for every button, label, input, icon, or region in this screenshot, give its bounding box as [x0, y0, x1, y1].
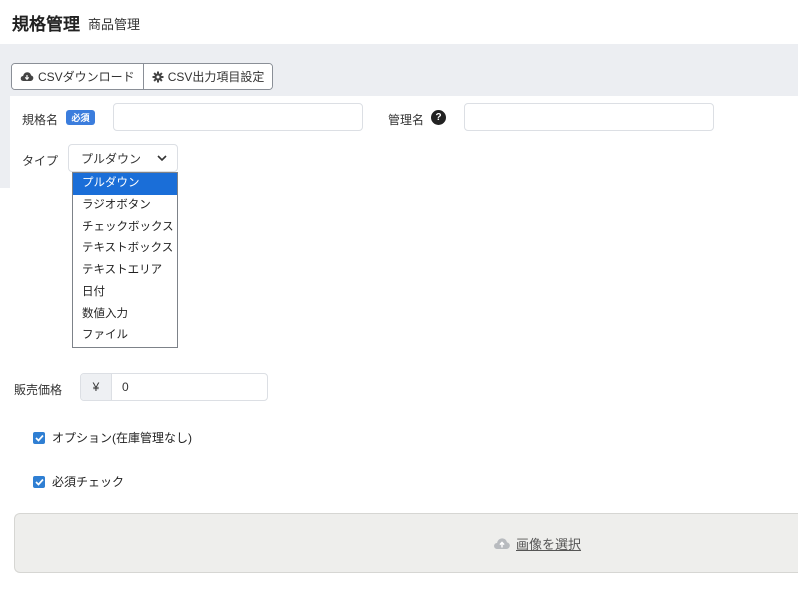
image-upload-trigger[interactable]: 画像を選択 [493, 534, 581, 553]
type-option-checkbox[interactable]: チェックボックス [73, 217, 177, 239]
type-select-value: プルダウン [81, 151, 142, 166]
csv-settings-label: CSV出力項目設定 [167, 70, 265, 84]
csv-toolbar: CSVダウンロード CSV出力項目設定 [11, 63, 274, 90]
type-option-radio[interactable]: ラジオボタン [73, 195, 177, 217]
option-checkbox[interactable] [33, 431, 45, 444]
help-icon[interactable]: ? [431, 110, 446, 125]
type-option-number[interactable]: 数値入力 [73, 304, 177, 326]
csv-download-button[interactable]: CSVダウンロード [12, 64, 143, 89]
type-select[interactable]: プルダウン [68, 144, 178, 172]
currency-addon: ¥ [81, 374, 112, 400]
gear-icon [152, 71, 164, 82]
chevron-down-icon [157, 155, 167, 162]
type-option-textarea[interactable]: テキストエリア [73, 260, 177, 282]
csv-download-label: CSVダウンロード [38, 70, 135, 84]
price-input-group: ¥ 0 [80, 373, 268, 401]
spec-name-input[interactable] [113, 103, 363, 131]
type-option-date[interactable]: 日付 [73, 282, 177, 304]
type-option-pulldown[interactable]: プルダウン [73, 173, 177, 195]
admin-name-label: 管理名 [388, 113, 425, 127]
type-dropdown-list: プルダウン ラジオボタン チェックボックス テキストボックス テキストエリア 日… [72, 172, 178, 348]
page-header: 規格管理 商品管理 [0, 0, 798, 44]
cloud-upload-icon [494, 538, 510, 549]
required-checkbox-row[interactable]: 必須チェック [33, 473, 124, 490]
image-upload-area[interactable]: 画像を選択 [14, 513, 798, 573]
image-upload-label[interactable]: 画像を選択 [516, 534, 581, 553]
option-checkbox-row[interactable]: オプション(在庫管理なし) [33, 429, 192, 446]
check-icon [34, 478, 44, 486]
csv-settings-button[interactable]: CSV出力項目設定 [142, 64, 273, 89]
price-label: 販売価格 [14, 383, 63, 397]
required-checkbox-label: 必須チェック [52, 475, 125, 489]
price-input[interactable]: 0 [112, 374, 267, 400]
required-badge: 必須 [66, 110, 95, 125]
type-option-textbox[interactable]: テキストボックス [73, 238, 177, 260]
page-title: 規格管理 [12, 15, 80, 34]
check-icon [34, 434, 44, 442]
panel-edge [0, 96, 10, 188]
required-checkbox[interactable] [33, 475, 45, 488]
option-checkbox-label: オプション(在庫管理なし) [52, 431, 192, 445]
type-option-file[interactable]: ファイル [73, 325, 177, 347]
spec-name-label: 規格名 [22, 113, 59, 127]
admin-name-input[interactable] [464, 103, 714, 131]
page-subtitle: 商品管理 [88, 17, 141, 32]
cloud-download-icon [20, 72, 34, 81]
type-label: タイプ [22, 154, 59, 168]
